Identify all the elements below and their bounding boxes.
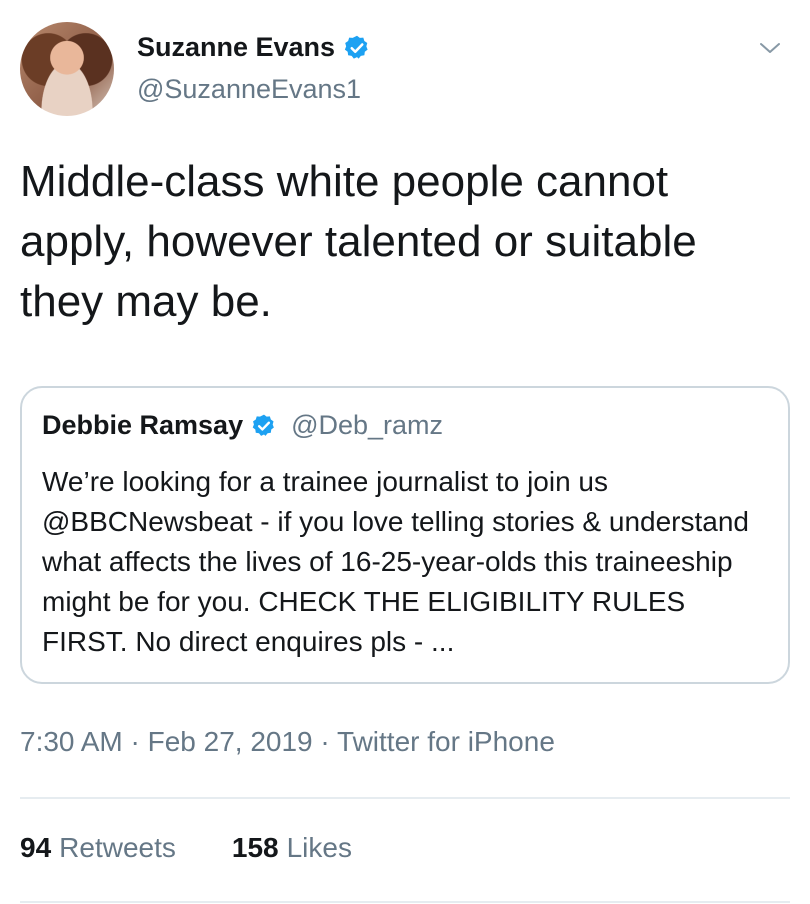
quoted-author-handle: @Deb_ramz — [291, 410, 444, 440]
avatar[interactable] — [20, 22, 114, 116]
tweet-header: Suzanne Evans @SuzanneEvans1 — [20, 22, 790, 122]
quoted-tweet-text: We’re looking for a trainee journalist t… — [42, 466, 749, 657]
verified-badge-icon — [252, 414, 274, 436]
likes-label: Likes — [286, 832, 352, 863]
engagement-stats: 94 Retweets 158 Likes — [20, 832, 352, 864]
author-name-row[interactable]: Suzanne Evans — [137, 32, 371, 63]
author-name[interactable]: Suzanne Evans — [137, 32, 335, 63]
verified-badge-icon — [344, 35, 368, 59]
chevron-down-icon[interactable] — [758, 36, 782, 60]
retweets-count: 94 — [20, 832, 52, 863]
quoted-author-row: Debbie Ramsay @Deb_ramz — [42, 410, 443, 441]
retweets-stat[interactable]: 94 Retweets — [20, 832, 176, 864]
tweet-timestamp[interactable]: 7:30 AM · Feb 27, 2019 · Twitter for iPh… — [20, 726, 555, 758]
divider — [20, 901, 790, 903]
likes-count: 158 — [231, 832, 279, 863]
tweet-text: Middle-class white people cannot apply, … — [20, 157, 697, 326]
author-handle[interactable]: @SuzanneEvans1 — [137, 74, 361, 105]
quoted-author-name: Debbie Ramsay — [42, 410, 244, 440]
quoted-tweet-card[interactable]: Debbie Ramsay @Deb_ramz We’re looking fo… — [20, 386, 790, 684]
divider — [20, 797, 790, 799]
retweets-label: Retweets — [59, 832, 176, 863]
likes-stat[interactable]: 158 Likes — [232, 832, 352, 864]
